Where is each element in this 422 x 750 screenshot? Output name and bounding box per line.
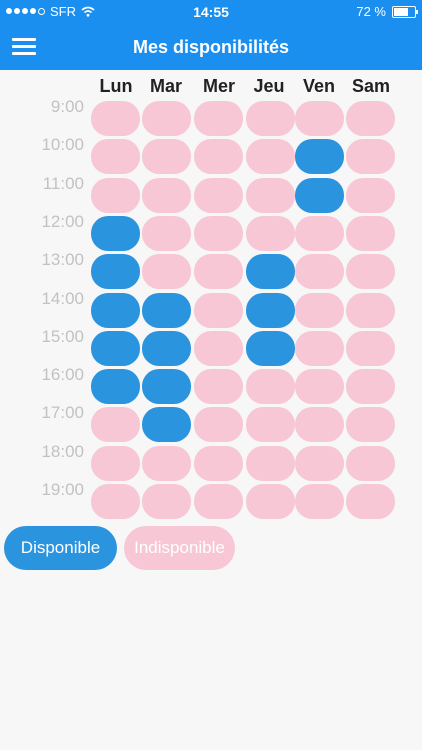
slot-jeu-1200[interactable] [246,215,295,251]
slot-mer-1000[interactable] [194,139,243,175]
slot-jeu-1000[interactable] [246,139,295,175]
slot-mer-1500[interactable] [194,330,243,366]
page-title: Mes disponibilités [132,37,290,57]
time-label: 13:00 [41,250,84,270]
slot-sam-900[interactable] [346,101,395,136]
slot-ven-1600[interactable] [295,369,344,405]
time-label: 18:00 [41,441,84,461]
slot-ven-1800[interactable] [295,445,344,481]
slot-jeu-1100[interactable] [246,177,295,213]
slot-mer-1400[interactable] [194,292,243,328]
day-header-mer: Mer [202,76,235,96]
slot-lun-1300[interactable] [91,254,140,290]
available-legend-button[interactable]: Disponible [4,526,117,570]
slot-mar-1200[interactable] [142,215,191,251]
slot-lun-1100[interactable] [91,177,140,213]
slot-mer-1100[interactable] [194,177,243,213]
slot-mar-1100[interactable] [142,177,191,213]
slot-mar-1800[interactable] [142,445,191,481]
day-header-jeu: Jeu [253,76,285,96]
slot-ven-1000[interactable] [295,139,344,175]
slot-ven-1700[interactable] [295,407,344,443]
slot-mer-1300[interactable] [194,254,243,290]
unavailable-legend-button[interactable]: Indisponible [124,526,235,570]
day-header-lun: Lun [99,76,133,96]
slot-jeu-1500[interactable] [246,330,295,366]
day-header-mar: Mar [149,76,182,96]
slot-mar-1700[interactable] [142,407,191,443]
slot-mer-1800[interactable] [194,445,243,481]
status-right: 72 % [356,4,418,19]
time-label: 19:00 [41,480,84,499]
battery-percent: 72 % [356,4,386,19]
slot-ven-1300[interactable] [295,254,344,290]
slot-sam-1400[interactable] [346,292,395,328]
slot-lun-1600[interactable] [91,369,140,405]
slot-lun-1200[interactable] [91,215,140,251]
slot-mar-1500[interactable] [142,330,191,366]
slot-sam-1000[interactable] [346,139,395,175]
slot-mer-1600[interactable] [194,369,243,405]
slot-jeu-900[interactable] [246,101,295,136]
slot-sam-1500[interactable] [346,330,395,366]
time-label: 15:00 [41,326,84,346]
slot-ven-900[interactable] [295,101,344,136]
slot-mar-1300[interactable] [142,254,191,290]
slot-jeu-1700[interactable] [246,407,295,443]
slot-lun-1400[interactable] [91,292,140,328]
slot-jeu-1800[interactable] [246,445,295,481]
battery-icon [392,5,418,18]
day-header-ven: Ven [302,76,336,96]
time-label: 17:00 [41,403,84,423]
time-label: 9:00 [50,97,84,116]
slot-jeu-1400[interactable] [246,292,295,328]
slot-ven-1900[interactable] [295,484,344,519]
slot-sam-1200[interactable] [346,215,395,251]
slot-sam-1800[interactable] [346,445,395,481]
day-header-sam: Sam [351,76,391,96]
slot-lun-1800[interactable] [91,445,140,481]
slot-mar-1900[interactable] [142,484,191,519]
slot-lun-1900[interactable] [91,484,140,519]
nav-bar: Mes disponibilités [0,24,422,70]
status-bar: SFR 14:55 72 % [0,0,422,24]
slot-ven-1200[interactable] [295,215,344,251]
slot-ven-1100[interactable] [295,177,344,213]
slot-mer-1900[interactable] [194,484,243,519]
slot-lun-1500[interactable] [91,330,140,366]
slot-jeu-1600[interactable] [246,369,295,405]
time-label: 12:00 [41,211,84,231]
slot-mar-1600[interactable] [142,369,191,405]
slot-lun-1700[interactable] [91,407,140,443]
slot-mar-900[interactable] [142,101,191,136]
slot-sam-1600[interactable] [346,369,395,405]
slot-jeu-1300[interactable] [246,254,295,290]
slot-sam-1900[interactable] [346,484,395,519]
time-label: 10:00 [41,135,84,155]
slot-sam-1700[interactable] [346,407,395,443]
slot-ven-1500[interactable] [295,330,344,366]
time-label: 11:00 [42,173,84,193]
slot-mer-900[interactable] [194,101,243,136]
slot-sam-1100[interactable] [346,177,395,213]
slot-mar-1000[interactable] [142,139,191,175]
slot-mer-1700[interactable] [194,407,243,443]
slot-jeu-1900[interactable] [246,484,295,519]
slot-mer-1200[interactable] [194,215,243,251]
slot-mar-1400[interactable] [142,292,191,328]
slot-lun-1000[interactable] [91,139,140,175]
time-label: 16:00 [41,365,84,385]
slot-lun-900[interactable] [91,101,140,136]
slot-ven-1400[interactable] [295,292,344,328]
time-label: 14:00 [41,288,84,308]
slot-sam-1300[interactable] [346,254,395,290]
